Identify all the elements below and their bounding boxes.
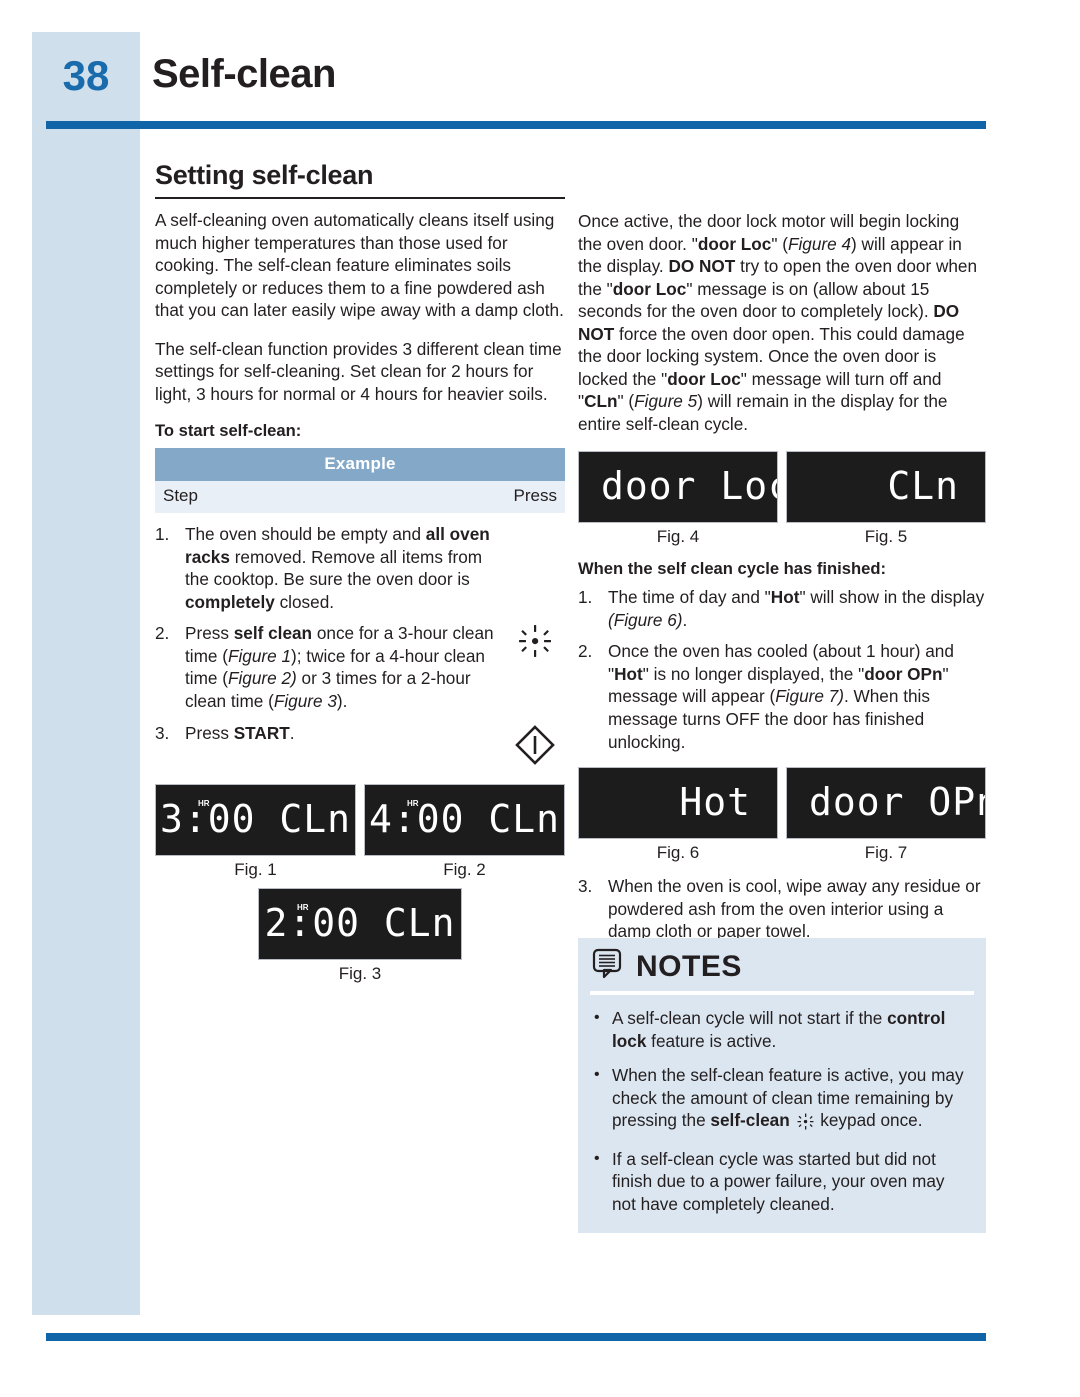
- section-title-rule: [155, 197, 565, 199]
- section-title: Setting self-clean: [155, 160, 374, 190]
- led-display-text: door OPn: [809, 780, 986, 825]
- led-display: HR 4:00 CLn: [364, 783, 565, 856]
- figure-7: door OPn Fig. 7: [786, 767, 986, 863]
- page-title: Self-clean: [152, 52, 336, 96]
- intro-paragraph-2: The self-clean function provides 3 diffe…: [155, 338, 562, 404]
- header-rule: [46, 121, 986, 129]
- figure-caption: Fig. 5: [864, 527, 908, 547]
- led-display: door OPn: [786, 767, 986, 840]
- notes-speech-bubble-icon: [592, 948, 626, 985]
- step-number: 2.: [578, 641, 593, 662]
- self-clean-starburst-icon: [797, 1113, 814, 1136]
- figure-caption: Fig. 7: [864, 843, 908, 863]
- left-column: Setting self-clean A self-cleaning oven …: [155, 160, 565, 984]
- bullet: •: [594, 1066, 600, 1084]
- note-text: When the self-clean feature is active, y…: [612, 1064, 970, 1136]
- step-number: 1.: [578, 587, 593, 608]
- table-header-row: Example: [155, 448, 565, 482]
- notes-box: NOTES • A self-clean cycle will not star…: [578, 938, 986, 1234]
- table-subheader-row: Step Press: [155, 481, 565, 514]
- led-display-text: CLn: [887, 464, 959, 509]
- footer-rule: [46, 1333, 986, 1341]
- step-text: Press START.: [185, 722, 295, 743]
- led-display-text: door Loc: [601, 464, 778, 509]
- led-display: HR 2:00 CLn: [258, 887, 462, 960]
- table-column-step: Step: [155, 481, 345, 514]
- led-display-text: 2:00 CLn: [264, 900, 456, 945]
- led-display-text: Hot: [679, 780, 751, 825]
- self-clean-starburst-icon: [505, 622, 565, 658]
- step-text: The oven should be empty and all oven ra…: [185, 524, 490, 612]
- page-left-accent-strip: [32, 32, 140, 1315]
- list-item: 2. Press self clean once for a 3-hour cl…: [155, 622, 565, 712]
- start-diamond-icon: [505, 722, 565, 766]
- list-item: 1. The time of day and "Hot" will show i…: [578, 586, 986, 631]
- step-number: 3.: [578, 876, 593, 897]
- notes-list: • A self-clean cycle will not start if t…: [578, 995, 986, 1233]
- led-display: door Loc: [578, 451, 778, 524]
- figure-caption: Fig. 3: [338, 963, 382, 983]
- bullet: •: [594, 1009, 600, 1026]
- page-number: 38: [62, 52, 110, 99]
- list-item: • When the self-clean feature is active,…: [594, 1064, 970, 1136]
- step-number: 3.: [155, 722, 170, 743]
- notes-header: NOTES: [578, 938, 986, 991]
- list-item: 3. When the oven is cool, wipe away any …: [578, 875, 986, 943]
- led-display: HR 3:00 CLn: [155, 783, 356, 856]
- led-display-text: 3:00 CLn: [159, 796, 352, 841]
- step-icon-slot-empty: [505, 523, 565, 525]
- figure-4: door Loc Fig. 4: [578, 451, 778, 547]
- list-item: • A self-clean cycle will not start if t…: [594, 1007, 970, 1052]
- list-item: 1. The oven should be empty and all oven…: [155, 523, 565, 613]
- list-item: • If a self-clean cycle was started but …: [594, 1148, 970, 1216]
- table-column-press: Press: [344, 481, 565, 514]
- bullet: •: [594, 1149, 600, 1167]
- figure-5: CLn Fig. 5: [786, 451, 986, 547]
- figure-1: HR 3:00 CLn Fig. 1: [155, 783, 356, 880]
- figure-caption: Fig. 2: [443, 859, 486, 879]
- led-display: CLn: [786, 451, 986, 524]
- to-start-self-clean-heading: To start self-clean:: [155, 421, 302, 441]
- finished-steps-list: 1. The time of day and "Hot" will show i…: [578, 586, 986, 753]
- led-display: Hot: [578, 767, 778, 840]
- figures-1-2: HR 3:00 CLn Fig. 1 HR 4:00 CLn Fig. 2: [155, 783, 565, 880]
- figure-caption: Fig. 6: [656, 843, 700, 863]
- step-text: Press self clean once for a 3-hour clean…: [185, 623, 494, 711]
- step-text: Once the oven has cooled (about 1 hour) …: [608, 641, 954, 752]
- list-item: 2. Once the oven has cooled (about 1 hou…: [578, 640, 986, 753]
- step-number: 1.: [155, 524, 170, 545]
- figure-3: HR 2:00 CLn Fig. 3: [258, 887, 462, 984]
- list-item: 3. Press START.: [155, 722, 565, 766]
- right-column: Once active, the door lock motor will be…: [578, 210, 986, 952]
- step-number: 2.: [155, 623, 170, 644]
- intro-paragraph-1: A self-cleaning oven automatically clean…: [155, 210, 564, 321]
- note-text: A self-clean cycle will not start if the…: [612, 1008, 946, 1051]
- door-lock-paragraph: Once active, the door lock motor will be…: [578, 211, 978, 434]
- step-text: The time of day and "Hot" will show in t…: [608, 587, 985, 630]
- led-display-text: 4:00 CLn: [368, 796, 561, 841]
- cycle-finished-heading: When the self clean cycle has finished:: [578, 559, 886, 579]
- figure-6: Hot Fig. 6: [578, 767, 778, 863]
- notes-title: NOTES: [636, 949, 742, 983]
- figures-6-7: Hot Fig. 6 door OPn Fig. 7: [578, 767, 986, 863]
- figure-2: HR 4:00 CLn Fig. 2: [364, 783, 565, 880]
- step-text: When the oven is cool, wipe away any res…: [608, 876, 981, 942]
- start-steps-list: 1. The oven should be empty and all oven…: [155, 523, 565, 765]
- figure-caption: Fig. 1: [234, 859, 277, 879]
- table-header-example: Example: [155, 448, 565, 482]
- figure-caption: Fig. 4: [656, 527, 700, 547]
- figures-4-5: door Loc Fig. 4 CLn Fig. 5: [578, 451, 986, 547]
- example-table: Example Step Press: [155, 448, 565, 514]
- note-text: If a self-clean cycle was started but di…: [612, 1148, 945, 1214]
